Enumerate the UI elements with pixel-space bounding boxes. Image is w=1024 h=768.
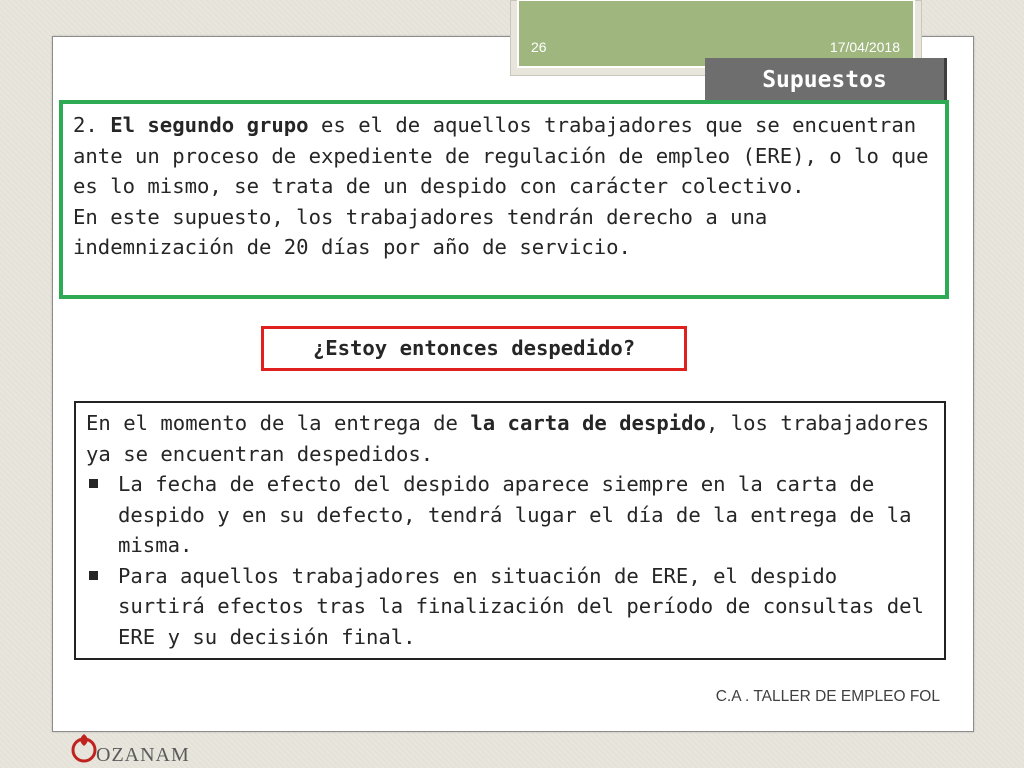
bullet-text: La fecha de efecto del despido aparece s… [118,472,912,557]
dismissal-info-box: En el momento de la entrega de la carta … [74,401,946,660]
slide-title: Supuestos [705,58,947,103]
square-bullet-icon [89,479,98,488]
ozanam-logo: OZANAM [70,730,210,766]
footer-text: C.A . TALLER DE EMPLEO FOL [715,688,940,705]
slide-number: 26 [531,39,547,55]
bullet-list: La fecha de efecto del despido aparece s… [86,469,936,652]
compensation-paragraph: En este supuesto, los trabajadores tendr… [73,204,768,260]
intro-text: En el momento de la entrega de [86,411,471,435]
intro-bold-text: la carta de despido [470,411,706,435]
bullet-text: Para aquellos trabajadores en situación … [118,563,924,649]
logo-word: OZANAM [96,744,190,766]
square-bullet-icon [89,570,98,580]
list-item: La fecha de efecto del despido aparece s… [86,469,936,561]
group-description-box: 2. El segundo grupo es el de aquellos tr… [59,100,949,299]
group-bold-text: El segundo grupo [110,113,309,137]
group-number: 2. [73,113,111,137]
intro-paragraph: En el momento de la entrega de la carta … [86,408,936,469]
question-box: ¿Estoy entonces despedido? [261,326,687,371]
slide-date: 17/04/2018 [829,39,900,55]
list-item: Para aquellos trabajadores en situación … [86,561,936,653]
group-paragraph: 2. El segundo grupo es el de aquellos tr… [73,110,937,202]
